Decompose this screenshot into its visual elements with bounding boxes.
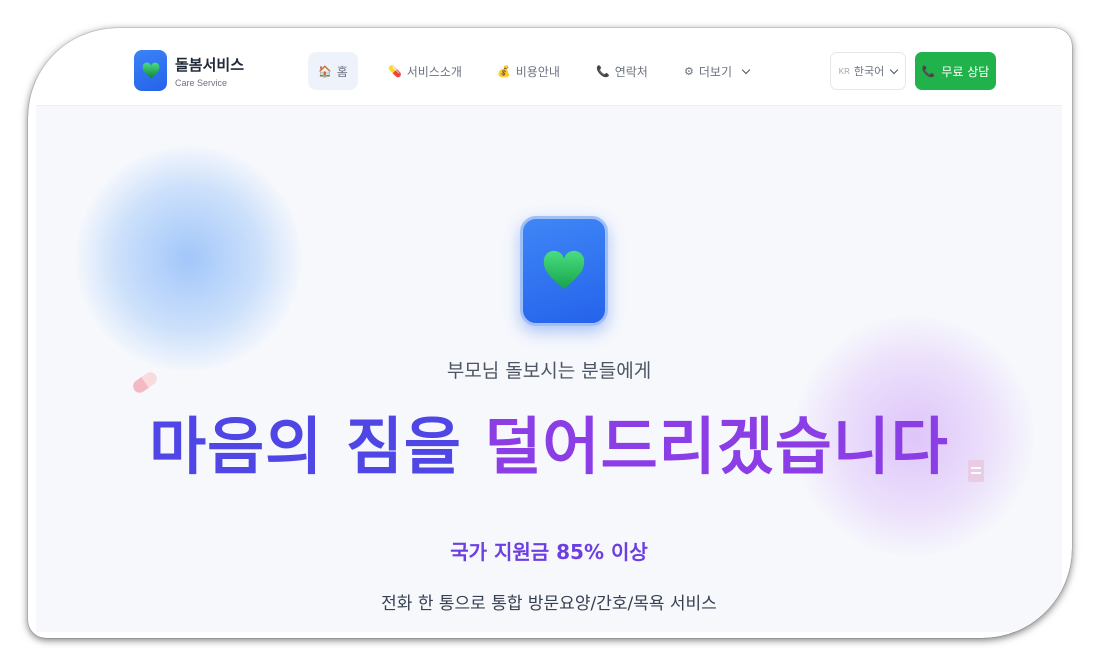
phone-icon: 📞 xyxy=(596,64,610,78)
hero-title: 마음의 짐을 덜어드리겠습니다 xyxy=(36,416,1062,478)
nav-label: 비용안내 xyxy=(515,64,560,79)
nav-item-home[interactable]: 🏠 홈 xyxy=(308,52,358,90)
hero-description: 전화 한 통으로 통합 방문요양/간호/목욕 서비스 xyxy=(381,594,717,614)
consult-label: 무료 상담 xyxy=(941,64,990,79)
language-label: 한국어 xyxy=(853,65,885,78)
decorative-blob-blue xyxy=(76,146,301,371)
chevron-down-icon xyxy=(890,65,899,74)
hero-title-part2: 덜어드리겠습니다 xyxy=(484,410,949,483)
nav-label: 연락처 xyxy=(614,64,648,79)
header: 돌봄서비스 Care Service 🏠 홈 💊 서비스소개 💰 비용안내 📞 … xyxy=(36,36,1062,106)
hero-subtitle: 국가 지원금 85% 이상 xyxy=(450,540,648,564)
gear-icon: ⚙ xyxy=(684,64,694,78)
page: 돌봄서비스 Care Service 🏠 홈 💊 서비스소개 💰 비용안내 📞 … xyxy=(36,36,1062,632)
flag-icon: KR xyxy=(838,66,850,76)
chevron-down-icon xyxy=(741,65,751,74)
nav-label: 홈 xyxy=(336,64,348,79)
nav-item-more[interactable]: ⚙ 더보기 xyxy=(674,52,759,90)
money-bag-icon: 💰 xyxy=(497,64,511,78)
hero-pretitle: 부모님 돌보시는 분들에게 xyxy=(446,360,652,382)
brand-title[interactable]: 돌봄서비스 xyxy=(175,54,244,75)
phone-icon: 📞 xyxy=(921,64,936,78)
pill-icon: 💊 xyxy=(388,64,402,78)
nav-item-cost[interactable]: 💰 비용안내 xyxy=(487,52,570,90)
nav-item-contact[interactable]: 📞 연락처 xyxy=(586,52,658,90)
brand-subtitle: Care Service xyxy=(175,78,228,88)
heart-icon xyxy=(543,250,585,289)
hero-title-part1: 마음의 짐을 xyxy=(149,410,485,483)
home-icon: 🏠 xyxy=(318,64,332,78)
window-frame: 돌봄서비스 Care Service 🏠 홈 💊 서비스소개 💰 비용안내 📞 … xyxy=(28,28,1072,638)
language-select[interactable]: KR 한국어 xyxy=(830,52,906,90)
logo[interactable] xyxy=(134,50,167,91)
nav-item-services[interactable]: 💊 서비스소개 xyxy=(378,52,472,90)
heart-icon xyxy=(142,62,159,78)
nav-label: 더보기 xyxy=(698,64,732,79)
hero-heart-badge xyxy=(520,216,608,326)
free-consult-button[interactable]: 📞 무료 상담 xyxy=(915,52,996,90)
nav-label: 서비스소개 xyxy=(406,64,462,79)
